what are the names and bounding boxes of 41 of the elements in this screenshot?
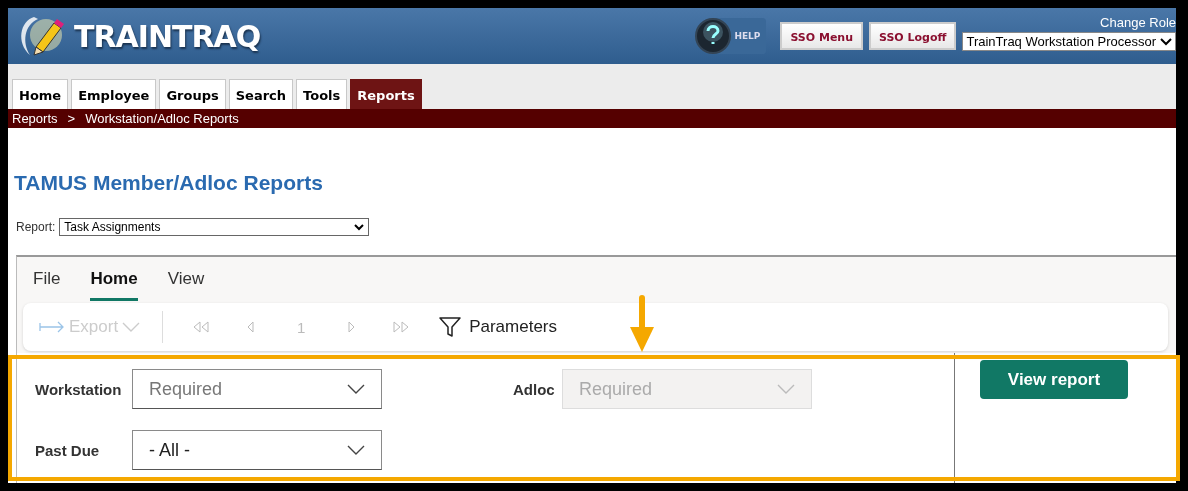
help-button[interactable]: HELP: [695, 18, 767, 54]
last-page-icon: [392, 321, 411, 333]
parameter-dropdown[interactable]: Required: [132, 369, 382, 409]
sso-button[interactable]: SSO Logoff: [869, 22, 957, 50]
nav-tab[interactable]: Employee: [71, 79, 157, 109]
previous-page-icon: [247, 321, 256, 333]
chevron-down-icon: [777, 384, 795, 394]
breadcrumb-separator: >: [67, 111, 76, 126]
change-role-label: Change Role: [1100, 15, 1176, 30]
parameter-label: Past Due: [35, 441, 101, 459]
report-dropdown[interactable]: Task Assignments: [59, 218, 370, 236]
help-icon: [695, 18, 732, 54]
chevron-down-icon: [122, 322, 141, 332]
next-page-icon: [347, 321, 356, 333]
nav-tab[interactable]: Tools: [296, 79, 348, 109]
arrow-down-icon: [629, 295, 655, 353]
nav-tab[interactable]: Reports: [350, 79, 422, 109]
page-title: TAMUS Member/Adloc Reports: [14, 171, 324, 195]
parameter-label: Workstation: [35, 380, 123, 398]
parameter-dropdown[interactable]: - All -: [132, 430, 382, 470]
nav-tab[interactable]: Home: [12, 79, 69, 109]
chevron-down-icon: [347, 445, 365, 455]
filter-icon: [439, 316, 462, 338]
chevron-down-icon: [354, 223, 365, 231]
breadcrumb-link[interactable]: Workstation/Adloc Reports: [85, 111, 239, 126]
logo-text: TRAINTRAQ: [74, 18, 261, 54]
chevron-down-icon: [1160, 37, 1172, 46]
first-page-icon: [192, 321, 211, 333]
menu-tab[interactable]: View: [167, 269, 205, 301]
sso-button[interactable]: SSO Menu: [780, 22, 863, 50]
view-report-button[interactable]: View report: [980, 360, 1128, 399]
parameters-button[interactable]: Parameters: [439, 316, 557, 338]
role-dropdown[interactable]: TrainTraq Workstation Processor: [962, 32, 1176, 51]
nav-tab[interactable]: Search: [228, 79, 294, 109]
nav-tab[interactable]: Groups: [159, 79, 226, 109]
menu-tab[interactable]: File: [33, 269, 61, 301]
chevron-down-icon: [347, 384, 365, 394]
breadcrumb-link[interactable]: Reports: [12, 111, 58, 126]
parameter-label: Adloc: [513, 380, 556, 398]
export-arrow-icon: [39, 321, 65, 333]
report-label: Report:: [16, 220, 56, 234]
